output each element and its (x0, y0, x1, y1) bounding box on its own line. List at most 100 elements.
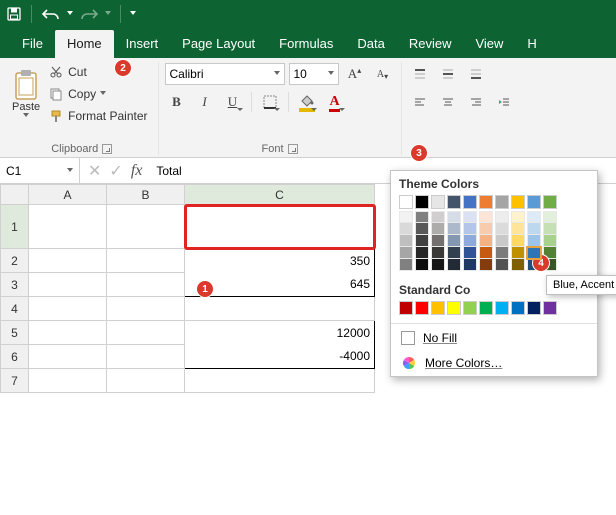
color-swatch[interactable] (463, 211, 477, 223)
row-header-7[interactable]: 7 (1, 369, 29, 393)
font-color-button[interactable]: A (323, 90, 347, 114)
cell-b1[interactable] (107, 205, 185, 249)
no-fill-item[interactable]: No Fill (391, 326, 597, 350)
color-swatch[interactable] (463, 259, 477, 271)
row-header-6[interactable]: 6 (1, 345, 29, 369)
color-swatch[interactable] (543, 195, 557, 209)
italic-button[interactable]: I (193, 90, 217, 114)
cell-a4[interactable] (29, 297, 107, 321)
fx-icon[interactable]: fx (131, 162, 143, 180)
cell-a6[interactable] (29, 345, 107, 369)
row-header-3[interactable]: 3 (1, 273, 29, 297)
color-swatch[interactable] (463, 247, 477, 259)
confirm-icon[interactable]: ✓ (109, 161, 122, 181)
color-swatch[interactable] (447, 223, 461, 235)
color-swatch[interactable] (479, 195, 493, 209)
align-right-icon[interactable] (464, 90, 488, 114)
color-swatch[interactable] (415, 247, 429, 259)
align-top-icon[interactable] (408, 62, 432, 86)
select-all-corner[interactable] (1, 185, 29, 205)
format-painter-button[interactable]: Format Painter (44, 106, 151, 126)
decrease-font-icon[interactable]: A▾ (371, 62, 395, 86)
color-swatch[interactable] (415, 223, 429, 235)
color-swatch[interactable] (511, 301, 525, 315)
col-header-a[interactable]: A (29, 185, 107, 205)
align-left-icon[interactable] (408, 90, 432, 114)
color-swatch[interactable] (495, 259, 509, 271)
color-swatch[interactable] (495, 247, 509, 259)
color-swatch[interactable] (463, 195, 477, 209)
increase-font-icon[interactable]: A▴ (343, 62, 367, 86)
color-swatch[interactable] (511, 195, 525, 209)
color-swatch[interactable] (495, 211, 509, 223)
color-swatch[interactable] (543, 211, 557, 223)
copy-button[interactable]: Copy (44, 84, 151, 104)
align-center-icon[interactable] (436, 90, 460, 114)
color-swatch[interactable] (543, 223, 557, 235)
color-swatch[interactable] (479, 247, 493, 259)
color-swatch[interactable] (543, 301, 557, 315)
cut-button[interactable]: Cut (44, 62, 151, 82)
cell-b4[interactable] (107, 297, 185, 321)
color-swatch[interactable] (527, 223, 541, 235)
paste-button[interactable]: Paste (12, 69, 40, 119)
color-swatch[interactable] (415, 301, 429, 315)
color-swatch[interactable] (447, 259, 461, 271)
tab-page-layout[interactable]: Page Layout (170, 30, 267, 58)
font-name-combobox[interactable]: Calibri (165, 63, 285, 85)
tab-data[interactable]: Data (345, 30, 396, 58)
color-swatch[interactable] (495, 223, 509, 235)
color-swatch[interactable] (399, 259, 413, 271)
borders-button[interactable] (258, 90, 282, 114)
color-swatch[interactable] (527, 301, 541, 315)
clipboard-dialog-launcher[interactable] (102, 144, 112, 154)
tab-home[interactable]: Home (55, 30, 114, 58)
more-colors-item[interactable]: More Colors… (391, 350, 597, 376)
color-swatch[interactable] (479, 223, 493, 235)
row-header-5[interactable]: 5 (1, 321, 29, 345)
cell-c2[interactable]: 350 (185, 249, 375, 273)
color-swatch[interactable] (447, 211, 461, 223)
color-swatch[interactable] (463, 235, 477, 247)
color-swatch[interactable] (399, 301, 413, 315)
save-icon[interactable] (6, 6, 22, 22)
undo-icon[interactable] (41, 6, 61, 22)
color-swatch[interactable] (447, 301, 461, 315)
row-header-1[interactable]: 1 (1, 205, 29, 249)
color-swatch[interactable] (511, 223, 525, 235)
color-swatch[interactable] (463, 301, 477, 315)
bold-button[interactable]: B (165, 90, 189, 114)
decrease-indent-icon[interactable] (492, 90, 516, 114)
cell-a3[interactable] (29, 273, 107, 297)
color-swatch[interactable] (527, 211, 541, 223)
color-swatch[interactable] (543, 235, 557, 247)
cell-b6[interactable] (107, 345, 185, 369)
color-swatch[interactable] (399, 247, 413, 259)
cell-c3[interactable]: 645 (185, 273, 375, 297)
color-swatch[interactable] (495, 301, 509, 315)
fill-color-button[interactable] (295, 90, 319, 114)
cell-a5[interactable] (29, 321, 107, 345)
color-swatch[interactable] (479, 259, 493, 271)
cell-c5[interactable]: 12000 (185, 321, 375, 345)
color-swatch[interactable] (447, 235, 461, 247)
tab-file[interactable]: File (10, 30, 55, 58)
cell-a7[interactable] (29, 369, 107, 393)
name-box[interactable]: C1 (0, 158, 80, 183)
cancel-icon[interactable]: ✕ (88, 161, 101, 181)
cell-b3[interactable] (107, 273, 185, 297)
align-bottom-icon[interactable] (464, 62, 488, 86)
color-swatch[interactable] (511, 235, 525, 247)
tab-review[interactable]: Review (397, 30, 464, 58)
cell-b2[interactable] (107, 249, 185, 273)
cell-b7[interactable] (107, 369, 185, 393)
cell-b5[interactable] (107, 321, 185, 345)
cell-c6[interactable]: -4000 (185, 345, 375, 369)
color-swatch[interactable] (415, 195, 429, 209)
color-swatch[interactable] (447, 195, 461, 209)
color-swatch[interactable] (527, 235, 541, 247)
color-swatch[interactable] (511, 211, 525, 223)
row-header-4[interactable]: 4 (1, 297, 29, 321)
color-swatch[interactable] (479, 235, 493, 247)
color-swatch[interactable] (399, 195, 413, 209)
